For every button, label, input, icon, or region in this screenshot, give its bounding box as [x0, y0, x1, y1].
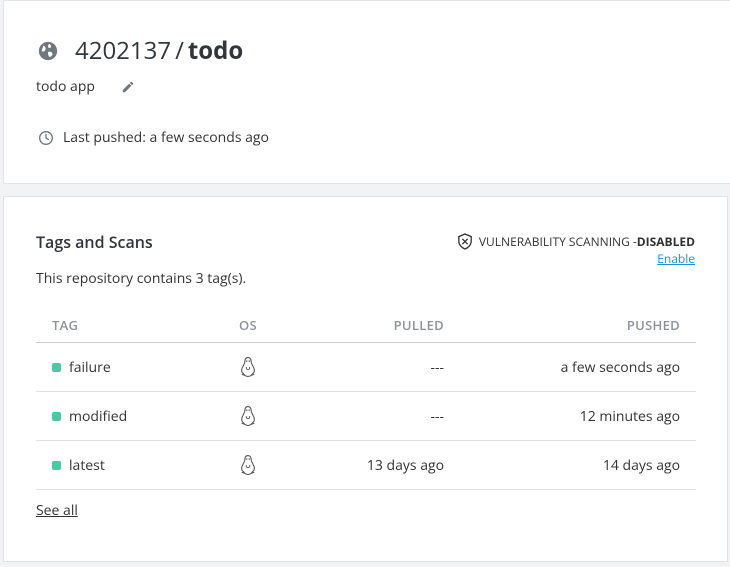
enable-link[interactable]: Enable: [657, 250, 695, 267]
tag-cell: failure: [36, 358, 224, 377]
vulnerability-status: DISABLED: [636, 233, 695, 250]
pushed-cell: a few seconds ago: [560, 357, 680, 377]
pulled-cell: ---: [430, 406, 444, 426]
tag-status-dot: [52, 460, 61, 470]
repository-namespace: 4202137: [75, 34, 172, 67]
tag-name[interactable]: modified: [69, 407, 127, 426]
repository-header-card: 4202137/todo todo app Last pushed: a few…: [3, 0, 730, 184]
tag-count-text: This repository contains 3 tag(s).: [36, 269, 247, 288]
pulled-cell: 13 days ago: [366, 455, 444, 475]
repository-description-row: todo app: [36, 77, 135, 96]
header-tag: TAG: [52, 316, 79, 334]
last-pushed-text: Last pushed: a few seconds ago: [63, 128, 269, 147]
repository-name: todo: [187, 34, 244, 67]
repository-title: 4202137/todo: [37, 34, 243, 67]
linux-icon: [241, 455, 255, 475]
clock-icon: [39, 130, 53, 145]
table-row[interactable]: modified --- 12 minutes ago: [36, 392, 696, 441]
linux-icon: [241, 406, 255, 426]
repository-full-name: 4202137/todo: [75, 34, 243, 67]
section-title: Tags and Scans: [36, 231, 153, 253]
repository-separator: /: [175, 34, 184, 67]
pushed-cell: 12 minutes ago: [579, 406, 680, 426]
header-pulled: PULLED: [393, 316, 444, 334]
tags-and-scans-card: Tags and Scans VULNERABILITY SCANNING - …: [3, 196, 728, 562]
repository-description: todo app: [36, 77, 95, 96]
header-os: OS: [239, 316, 257, 334]
vulnerability-scanning-status: VULNERABILITY SCANNING - DISABLED: [457, 233, 695, 250]
table-header: TAG OS PULLED PUSHED: [36, 308, 696, 343]
tag-name[interactable]: latest: [69, 456, 105, 475]
shield-x-icon: [458, 233, 472, 250]
tag-cell: modified: [36, 407, 224, 426]
table-row[interactable]: failure --- a few seconds ago: [36, 343, 696, 392]
tag-status-dot: [52, 362, 61, 372]
vulnerability-label: VULNERABILITY SCANNING -: [478, 233, 637, 250]
last-pushed-row: Last pushed: a few seconds ago: [38, 128, 269, 147]
os-cell: [224, 356, 272, 378]
pulled-cell: ---: [430, 357, 444, 377]
tags-table: TAG OS PULLED PUSHED failure --- a few s…: [36, 308, 696, 490]
linux-icon: [241, 357, 255, 377]
tag-name[interactable]: failure: [69, 358, 111, 377]
tag-cell: latest: [36, 456, 224, 475]
table-row[interactable]: latest 13 days ago 14 days ago: [36, 441, 696, 490]
globe-icon: [38, 41, 58, 60]
see-all-link[interactable]: See all: [36, 501, 78, 520]
tag-status-dot: [52, 411, 61, 421]
os-cell: [224, 454, 272, 476]
header-pushed: PUSHED: [626, 316, 680, 334]
pushed-cell: 14 days ago: [602, 455, 680, 475]
pencil-icon[interactable]: [121, 80, 135, 94]
os-cell: [224, 405, 272, 427]
